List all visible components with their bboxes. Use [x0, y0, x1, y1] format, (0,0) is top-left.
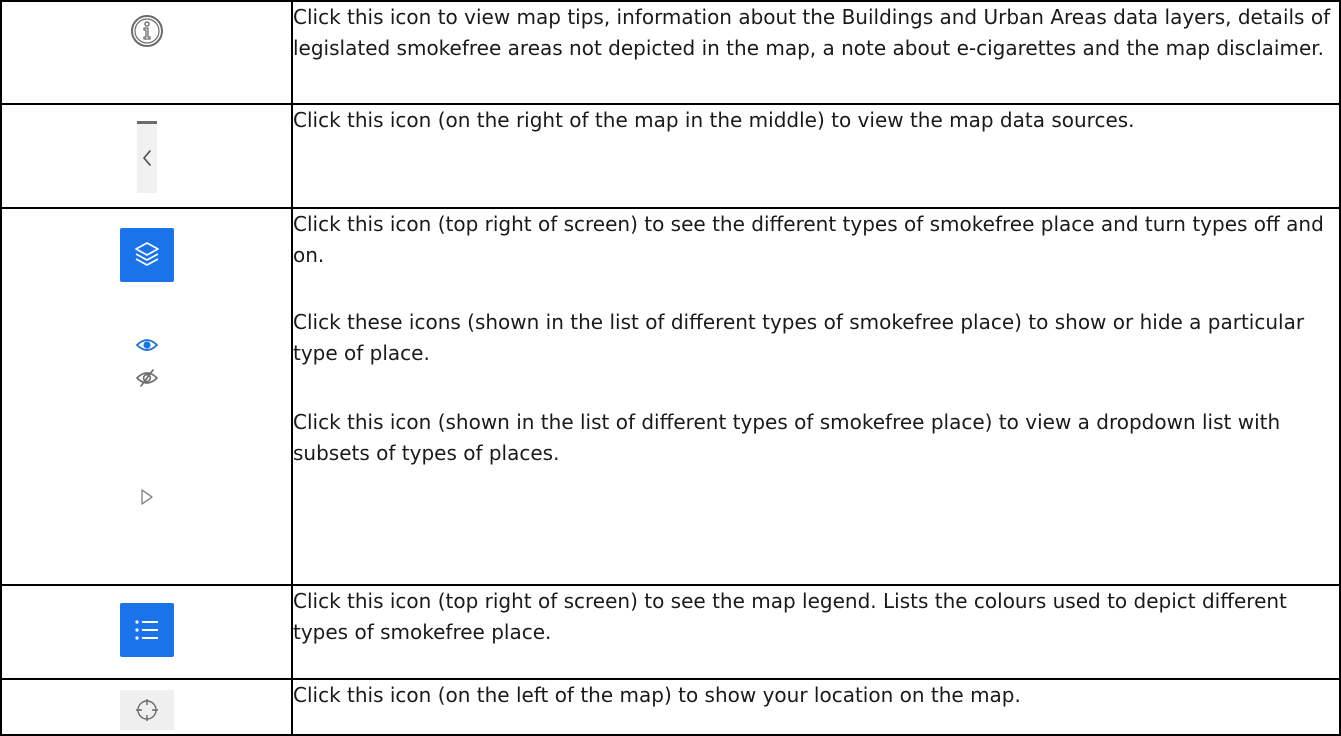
legend-list-icon[interactable]: [2, 603, 291, 657]
description-cell: Click this icon (on the left of the map)…: [291, 678, 1341, 736]
layers-description: Click this icon (top right of screen) to…: [293, 212, 1324, 267]
table-row: Click this icon (on the right of the map…: [0, 103, 1341, 209]
table-row: Click this icon (top right of screen) to…: [0, 584, 1341, 680]
table-row: Click this icon (on the left of the map)…: [0, 678, 1341, 736]
row-description: Click this icon (on the right of the map…: [293, 108, 1135, 132]
locate-crosshair-icon[interactable]: [2, 690, 291, 730]
icon-cell: [0, 584, 293, 680]
icon-cell: [0, 207, 293, 586]
layers-icon[interactable]: [2, 228, 291, 282]
info-icon[interactable]: [2, 14, 291, 48]
row-description: Click this icon (on the left of the map)…: [293, 683, 1021, 707]
icon-cell: [0, 678, 293, 736]
triangle-right-icon[interactable]: [2, 488, 291, 506]
description-cell: Click this icon (top right of screen) to…: [291, 584, 1341, 680]
chevron-left-panel-icon[interactable]: [2, 121, 291, 193]
row-description: Click this icon to view map tips, inform…: [293, 5, 1331, 60]
map-help-table: Click this icon to view map tips, inform…: [0, 0, 1341, 736]
icon-cell: [0, 0, 293, 105]
eye-off-icon[interactable]: [2, 369, 291, 387]
description-cell: Click this icon (top right of screen) to…: [291, 207, 1341, 586]
visibility-description: Click these icons (shown in the list of …: [293, 310, 1305, 365]
dropdown-description: Click this icon (shown in the list of di…: [293, 410, 1281, 465]
table-row: Click this icon (top right of screen) to…: [0, 207, 1341, 586]
icon-cell: [0, 103, 293, 209]
eye-icon[interactable]: [2, 337, 291, 353]
table-row: Click this icon to view map tips, inform…: [0, 0, 1341, 105]
description-cell: Click this icon (on the right of the map…: [291, 103, 1341, 209]
row-description: Click this icon (top right of screen) to…: [293, 589, 1287, 644]
description-cell: Click this icon to view map tips, inform…: [291, 0, 1341, 105]
